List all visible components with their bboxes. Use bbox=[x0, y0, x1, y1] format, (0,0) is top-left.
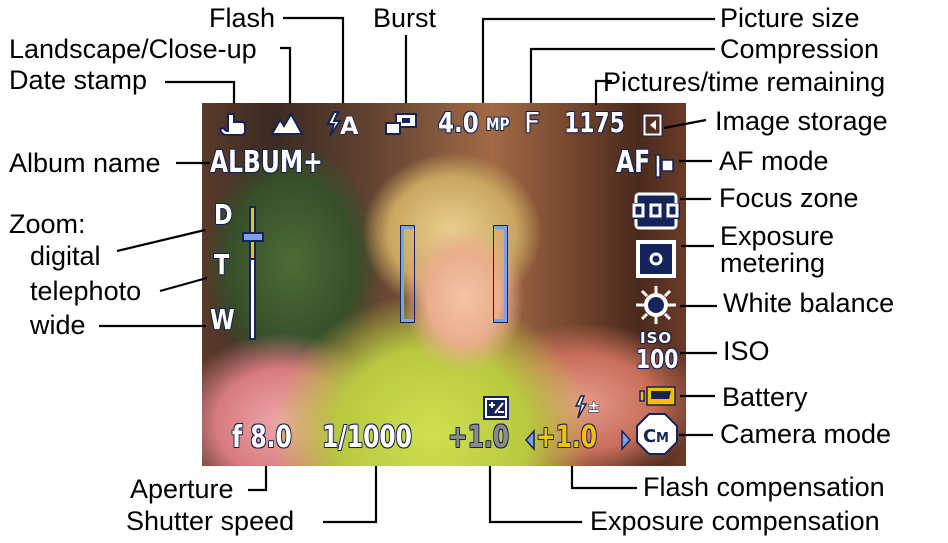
callout-zoom-title: Zoom: bbox=[9, 209, 86, 239]
exposure-metering-icon bbox=[636, 240, 676, 278]
focus-bracket-left bbox=[401, 226, 414, 322]
aperture-value: f 8.0 bbox=[232, 420, 292, 455]
burst-icon bbox=[385, 113, 417, 135]
callout-album-name: Album name bbox=[9, 148, 161, 178]
flash-comp-decrease-arrow[interactable] bbox=[524, 429, 536, 451]
callout-flash-compensation: Flash compensation bbox=[643, 472, 885, 502]
callout-exposure-compensation: Exposure compensation bbox=[590, 506, 880, 536]
callout-compression: Compression bbox=[720, 34, 880, 64]
svg-text:C: C bbox=[643, 426, 656, 447]
camera-mode-icon: C M bbox=[636, 413, 678, 455]
pictures-remaining-value: 1175 bbox=[564, 106, 625, 139]
callout-white-balance: White balance bbox=[723, 288, 895, 318]
zoom-telephoto-marker: T bbox=[214, 248, 230, 281]
svg-text:±: ± bbox=[587, 397, 600, 416]
date-stamp-icon bbox=[218, 113, 246, 136]
flash-comp-increase-arrow[interactable] bbox=[620, 429, 632, 451]
callout-exposure-metering-2: metering bbox=[720, 248, 826, 278]
callout-aperture: Aperture bbox=[130, 474, 234, 504]
callout-pictures-remaining: Pictures/time remaining bbox=[603, 67, 886, 97]
zoom-slider-handle bbox=[242, 232, 264, 242]
callout-burst: Burst bbox=[373, 3, 437, 33]
battery-icon bbox=[639, 386, 676, 406]
callout-zoom-telephoto: telephoto bbox=[30, 276, 142, 306]
exposure-compensation-value: +1.0 bbox=[448, 420, 510, 455]
callout-zoom-digital: digital bbox=[30, 241, 101, 271]
callout-iso: ISO bbox=[723, 336, 770, 366]
zoom-slider[interactable] bbox=[242, 205, 264, 341]
callout-focus-zone: Focus zone bbox=[719, 183, 859, 213]
landscape-closeup-icon bbox=[270, 112, 304, 135]
image-storage-icon bbox=[642, 113, 663, 137]
zoom-wide-marker: W bbox=[210, 303, 235, 336]
af-mode-icon bbox=[655, 154, 674, 178]
af-mode-value: AF bbox=[616, 145, 651, 180]
callout-picture-size: Picture size bbox=[720, 3, 860, 33]
callout-landscape-closeup: Landscape/Close-up bbox=[9, 34, 257, 64]
callout-zoom-wide: wide bbox=[30, 310, 86, 340]
callout-af-mode: AF mode bbox=[719, 146, 829, 176]
callout-shutter-speed: Shutter speed bbox=[126, 506, 295, 536]
svg-text:M: M bbox=[656, 431, 669, 446]
flash-comp-icon: ± bbox=[574, 395, 601, 419]
flash-auto-icon: A bbox=[326, 111, 360, 138]
white-balance-icon bbox=[636, 286, 676, 324]
focus-zone-icon bbox=[632, 192, 680, 230]
picture-size-unit: MP bbox=[486, 115, 510, 135]
callout-date-stamp: Date stamp bbox=[9, 65, 148, 95]
focus-bracket-right bbox=[494, 226, 507, 322]
callout-flash: Flash bbox=[209, 3, 276, 33]
compression-value: F bbox=[524, 106, 541, 139]
flash-compensation-value: +1.0 bbox=[536, 420, 598, 455]
picture-size-value: 4.0 bbox=[438, 106, 479, 139]
svg-text:A: A bbox=[340, 112, 359, 138]
zoom-digital-marker: D bbox=[214, 198, 233, 231]
callout-battery: Battery bbox=[722, 382, 808, 412]
callout-camera-mode: Camera mode bbox=[720, 419, 892, 449]
iso-value: 100 bbox=[636, 345, 679, 375]
album-name-value: ALBUM+ bbox=[210, 145, 323, 180]
exposure-comp-icon bbox=[483, 396, 509, 420]
lcd-screen: A 4.0 MP F 1175 ALBUM+ D T W AF ISO 100 … bbox=[202, 103, 686, 466]
iso-label: ISO bbox=[640, 329, 673, 347]
callout-image-storage: Image storage bbox=[715, 106, 888, 136]
shutter-speed-value: 1/1000 bbox=[322, 420, 412, 455]
callout-exposure-metering-1: Exposure bbox=[720, 221, 835, 251]
